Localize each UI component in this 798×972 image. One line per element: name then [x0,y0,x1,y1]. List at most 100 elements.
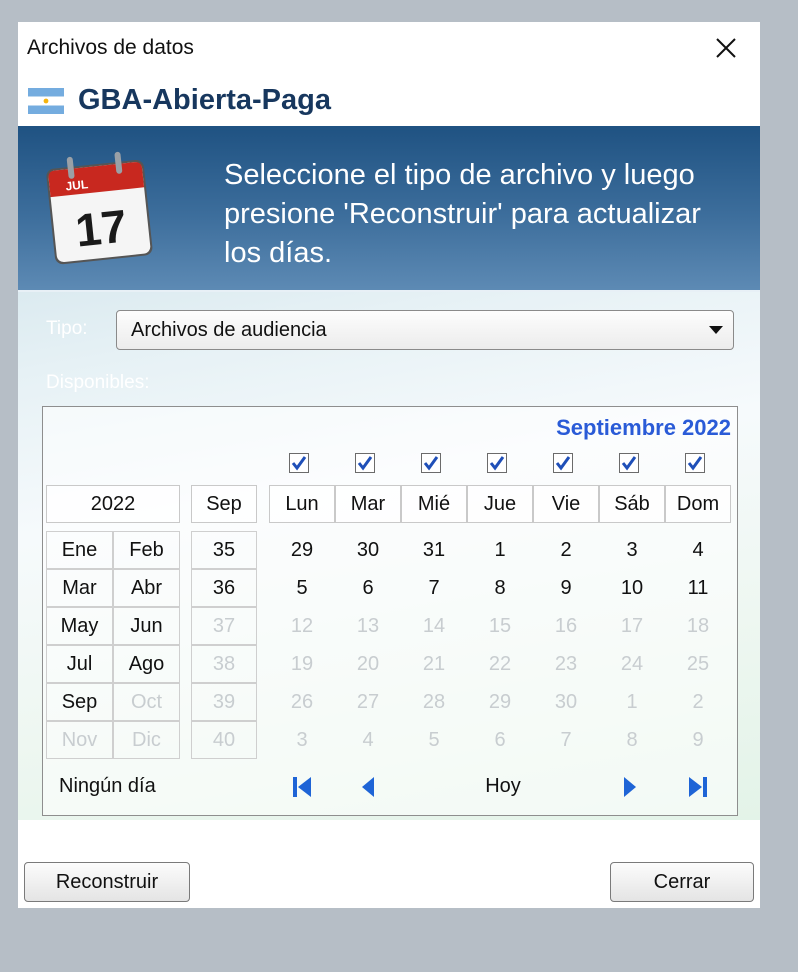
day-cell[interactable]: 30 [338,539,398,562]
month-cell[interactable]: Mar [46,569,113,607]
day-cell[interactable]: 22 [470,653,530,676]
day-cell[interactable]: 12 [272,615,332,638]
content-panel: JUL 17 Seleccione el tipo de archivo y l… [18,126,760,820]
day-cell[interactable]: 19 [272,653,332,676]
svg-text:JUL: JUL [65,177,89,193]
day-cell[interactable]: 26 [272,691,332,714]
info-banner: JUL 17 Seleccione el tipo de archivo y l… [18,126,760,292]
week-number-cell[interactable]: 40 [191,721,257,759]
close-button[interactable]: Cerrar [610,862,754,902]
day-cell[interactable]: 11 [668,577,728,600]
week-header: Sep [191,485,257,523]
weekday-header: Mar [335,485,401,523]
tipo-selected-value: Archivos de audiencia [131,319,327,341]
day-cell[interactable]: 25 [668,653,728,676]
month-cell[interactable]: Nov [46,721,113,759]
day-cell[interactable]: 2 [536,539,596,562]
day-cell[interactable]: 1 [602,691,662,714]
day-cell[interactable]: 27 [338,691,398,714]
month-cell[interactable]: Dic [113,721,180,759]
argentina-flag-icon [28,88,64,114]
week-number-cell[interactable]: 36 [191,569,257,607]
month-cell[interactable]: Jul [46,645,113,683]
day-cell[interactable]: 20 [338,653,398,676]
day-cell[interactable]: 23 [536,653,596,676]
day-cell[interactable]: 29 [272,539,332,562]
day-cell[interactable]: 14 [404,615,464,638]
day-cell[interactable]: 17 [602,615,662,638]
weekday-checkbox[interactable] [421,453,441,473]
month-cell[interactable]: Ene [46,531,113,569]
day-cell[interactable]: 24 [602,653,662,676]
weekday-checkbox[interactable] [619,453,639,473]
svg-text:17: 17 [73,199,129,256]
year-header[interactable]: 2022 [46,485,180,523]
month-cell[interactable]: Feb [113,531,180,569]
day-cell[interactable]: 9 [668,729,728,752]
chevron-down-icon [709,326,723,334]
weekday-checkbox[interactable] [487,453,507,473]
weekday-header: Sáb [599,485,665,523]
app-name: GBA-Abierta-Paga [78,84,331,116]
previous-icon[interactable] [359,775,377,804]
day-cell[interactable]: 29 [470,691,530,714]
day-cell[interactable]: 7 [536,729,596,752]
day-cell[interactable]: 6 [338,577,398,600]
day-cell[interactable]: 31 [404,539,464,562]
week-number-cell[interactable]: 35 [191,531,257,569]
day-cell[interactable]: 5 [272,577,332,600]
tipo-label: Tipo: [46,318,88,339]
day-cell[interactable]: 7 [404,577,464,600]
first-page-icon[interactable] [291,775,313,804]
weekday-checkbox[interactable] [553,453,573,473]
day-cell[interactable]: 28 [404,691,464,714]
month-cell[interactable]: Sep [46,683,113,721]
tipo-dropdown[interactable]: Archivos de audiencia [116,310,734,350]
day-cell[interactable]: 9 [536,577,596,600]
month-cell[interactable]: Jun [113,607,180,645]
disponibles-label: Disponibles: [46,372,150,393]
rebuild-button[interactable]: Reconstruir [24,862,190,902]
title-bar: Archivos de datos [18,22,760,74]
weekday-header: Lun [269,485,335,523]
day-cell[interactable]: 6 [470,729,530,752]
month-title: Septiembre 2022 [556,415,731,440]
week-number-cell[interactable]: 39 [191,683,257,721]
week-number-cell[interactable]: 38 [191,645,257,683]
month-cell[interactable]: May [46,607,113,645]
day-cell[interactable]: 8 [470,577,530,600]
day-cell[interactable]: 2 [668,691,728,714]
month-cell[interactable]: Ago [113,645,180,683]
month-cell[interactable]: Abr [113,569,180,607]
dialog-window: Archivos de datos GBA-Abierta-Paga JUL 1… [18,22,760,908]
day-cell[interactable]: 3 [602,539,662,562]
week-number-cell[interactable]: 37 [191,607,257,645]
day-cell[interactable]: 30 [536,691,596,714]
day-cell[interactable]: 13 [338,615,398,638]
day-cell[interactable]: 1 [470,539,530,562]
day-cell[interactable]: 15 [470,615,530,638]
weekday-checkbox[interactable] [355,453,375,473]
close-icon[interactable] [708,30,744,66]
weekday-header: Vie [533,485,599,523]
next-icon[interactable] [621,775,639,804]
no-day-button[interactable]: Ningún día [59,775,156,798]
day-cell[interactable]: 8 [602,729,662,752]
window-title: Archivos de datos [27,36,194,59]
month-cell[interactable]: Oct [113,683,180,721]
day-cell[interactable]: 16 [536,615,596,638]
calendar: Septiembre 2022 2022 Sep Ningún día Hoy … [42,406,738,816]
weekday-checkbox[interactable] [685,453,705,473]
day-cell[interactable]: 18 [668,615,728,638]
app-header: GBA-Abierta-Paga [18,82,760,126]
last-page-icon[interactable] [687,775,709,804]
day-cell[interactable]: 10 [602,577,662,600]
day-cell[interactable]: 5 [404,729,464,752]
today-button[interactable]: Hoy [463,775,543,798]
day-cell[interactable]: 3 [272,729,332,752]
weekday-checkbox[interactable] [289,453,309,473]
day-cell[interactable]: 21 [404,653,464,676]
day-cell[interactable]: 4 [668,539,728,562]
day-cell[interactable]: 4 [338,729,398,752]
weekday-header: Mié [401,485,467,523]
